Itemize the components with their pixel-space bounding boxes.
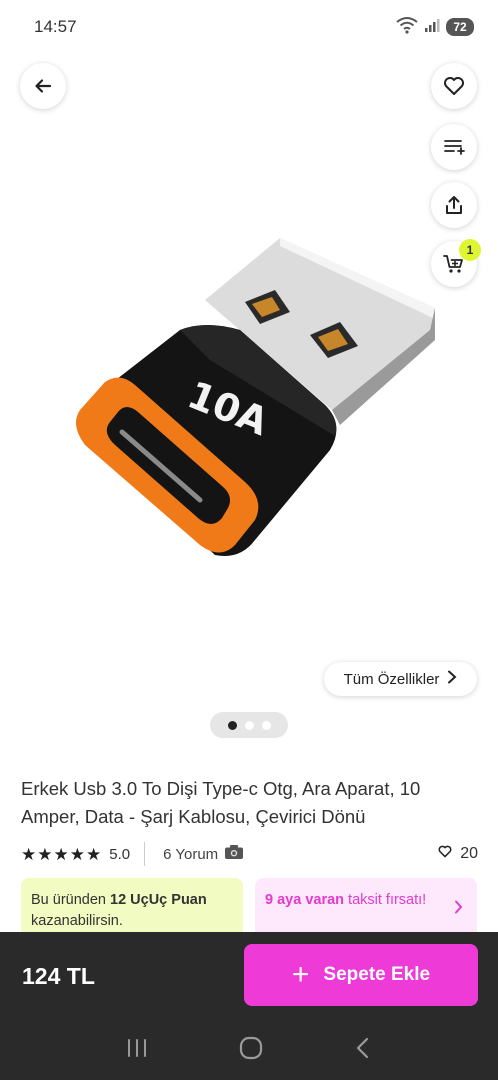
- favorite-count[interactable]: 20: [438, 845, 478, 863]
- rating-row: ★ ★ ★ ★ ★ 5.0 6 Yorum 20: [21, 840, 478, 868]
- rating-stars: ★ ★ ★ ★ ★: [21, 846, 101, 863]
- heart-icon: [443, 76, 465, 96]
- carousel-dot[interactable]: [227, 720, 237, 730]
- status-time: 14:57: [34, 17, 77, 36]
- points-promo-prefix: Bu üründen: [31, 892, 111, 908]
- reviews-link[interactable]: 6 Yorum: [163, 844, 244, 864]
- cart-badge: 1: [459, 239, 481, 261]
- price: 124 TL: [22, 963, 95, 989]
- divider: [144, 842, 146, 866]
- favorite-button[interactable]: [431, 63, 477, 109]
- favorite-count-value: 20: [460, 845, 478, 862]
- home-button[interactable]: [238, 1035, 264, 1066]
- installment-promo-bold: 9 aya varan: [265, 892, 345, 908]
- carousel-dot[interactable]: [261, 720, 271, 730]
- installment-promo-text: taksit fırsatı!: [344, 892, 427, 908]
- list-plus-icon: [443, 137, 465, 157]
- recent-apps-button[interactable]: [125, 1037, 149, 1064]
- add-to-cart-label: Sepete Ekle: [323, 964, 431, 985]
- rating-value: 5.0: [109, 845, 131, 863]
- back-button[interactable]: [20, 63, 66, 109]
- carousel-dot[interactable]: [244, 720, 254, 730]
- plus-icon: +: [291, 958, 310, 991]
- chevron-right-icon: [447, 670, 457, 688]
- chevron-right-icon: [454, 900, 463, 921]
- star-icon: ★: [69, 844, 85, 864]
- installment-promo[interactable]: 9 aya varan taksit fırsatı!: [255, 878, 477, 938]
- battery-indicator: 72: [446, 18, 474, 36]
- wifi-icon: [396, 16, 418, 39]
- arrow-left-icon: [33, 76, 53, 96]
- all-features-label: Tüm Özellikler: [343, 670, 440, 688]
- product-title: Erkek Usb 3.0 To Dişi Type-c Otg, Ara Ap…: [21, 778, 421, 827]
- star-icon: ★: [86, 844, 102, 864]
- points-promo-amount: 12 UçUç Puan: [110, 892, 207, 908]
- signal-icon: [424, 17, 440, 38]
- system-nav-bar: [0, 1020, 498, 1080]
- star-icon: ★: [21, 844, 37, 864]
- status-bar: 14:57 72: [0, 0, 498, 54]
- reviews-count: 6 Yorum: [163, 845, 219, 863]
- add-to-list-button[interactable]: [431, 124, 477, 170]
- camera-icon: [224, 844, 244, 864]
- all-features-button[interactable]: Tüm Özellikler: [324, 662, 477, 696]
- add-to-cart-button[interactable]: + Sepete Ekle: [244, 944, 478, 1006]
- star-icon: ★: [37, 844, 53, 864]
- status-icons: 72: [396, 16, 474, 39]
- heart-icon: [438, 845, 452, 863]
- star-icon: ★: [53, 844, 69, 864]
- carousel-indicator: [210, 712, 288, 738]
- points-promo: Bu üründen 12 UçUç Puan kazanabilirsin.: [21, 878, 243, 938]
- system-back-button[interactable]: [353, 1036, 373, 1065]
- product-image[interactable]: 10A: [40, 200, 460, 580]
- points-promo-suffix: kazanabilirsin.: [31, 913, 123, 929]
